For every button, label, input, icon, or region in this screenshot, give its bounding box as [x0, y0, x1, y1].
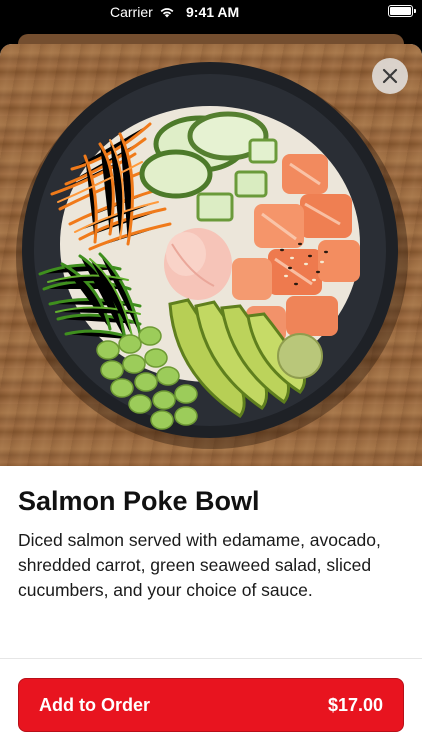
close-button[interactable]	[372, 58, 408, 94]
ginger-topping	[164, 228, 232, 300]
item-detail-sheet: Salmon Poke Bowl Diced salmon served wit…	[0, 44, 422, 750]
add-to-order-button[interactable]: Add to Order $17.00	[18, 678, 404, 732]
add-to-order-label: Add to Order	[39, 694, 150, 715]
carrier-label: Carrier	[110, 4, 153, 20]
bowl-illustration	[16, 62, 408, 449]
item-title: Salmon Poke Bowl	[18, 486, 260, 516]
close-icon	[382, 68, 398, 84]
item-price: $17.00	[327, 694, 383, 715]
status-time: 9:41 AM	[186, 4, 240, 20]
item-info: Salmon Poke Bowl Diced salmon served wit…	[18, 484, 404, 603]
wifi-icon	[160, 8, 174, 18]
item-detail-screen: Carrier 9:41 AM Salmon Poke Bowl Diced s…	[0, 0, 422, 750]
item-description: Diced salmon served with edamame, avocad…	[18, 530, 381, 600]
status-bar: Carrier 9:41 AM	[0, 0, 422, 26]
wasabi-topping	[277, 333, 323, 379]
footer-divider	[0, 658, 422, 659]
carrier-info: Carrier	[110, 4, 175, 20]
poke-bowl-image	[0, 44, 422, 466]
battery-icon	[388, 5, 416, 17]
